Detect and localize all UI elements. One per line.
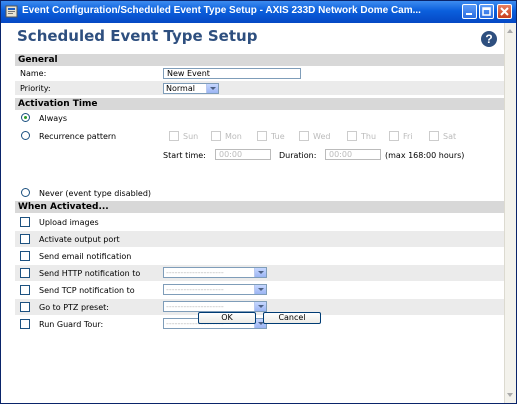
thu-label: Thu: [361, 132, 377, 141]
guard-tour-checkbox[interactable]: [20, 319, 30, 329]
sun-label: Sun: [183, 132, 199, 141]
priority-value: Normal: [166, 84, 195, 93]
mon-label: Mon: [225, 132, 242, 141]
ptz-checkbox[interactable]: [20, 302, 30, 312]
cancel-button[interactable]: Cancel: [263, 312, 321, 324]
http-select-placeholder: --------------------: [166, 268, 224, 277]
section-activation-time: Activation Time: [15, 98, 504, 110]
always-row: Always: [15, 111, 504, 125]
upload-images-label: Upload images: [39, 218, 99, 227]
ok-button[interactable]: OK: [198, 312, 256, 324]
mon-checkbox[interactable]: [211, 131, 221, 141]
output-port-label: Activate output port: [39, 235, 120, 244]
chevron-down-icon[interactable]: [206, 84, 218, 93]
sat-label: Sat: [443, 132, 457, 141]
chevron-down-icon[interactable]: [254, 302, 266, 311]
chevron-down-icon[interactable]: [254, 268, 266, 277]
priority-select[interactable]: Normal: [163, 83, 219, 94]
always-radio[interactable]: [21, 113, 30, 122]
name-input[interactable]: New Event: [163, 68, 301, 79]
recurrence-row: Recurrence pattern Sun Mon Tue Wed Thu F…: [15, 129, 504, 167]
tcp-select-placeholder: --------------------: [166, 285, 224, 294]
section-general: General: [15, 54, 504, 66]
ptz-label: Go to PTZ preset:: [39, 303, 109, 312]
guard-tour-label: Run Guard Tour:: [39, 320, 104, 329]
tcp-checkbox[interactable]: [20, 285, 30, 295]
scroll-up-icon[interactable]: [507, 29, 513, 33]
wed-label: Wed: [313, 132, 331, 141]
page-title: Scheduled Event Type Setup: [17, 27, 258, 45]
duration-label: Duration:: [279, 151, 317, 160]
ptz-row: Go to PTZ preset: --------------------: [15, 299, 504, 315]
recurrence-radio[interactable]: [21, 131, 30, 140]
upload-images-checkbox[interactable]: [20, 217, 30, 227]
guard-tour-row: Run Guard Tour: --------------------: [15, 316, 504, 332]
scroll-down-icon[interactable]: [507, 393, 513, 397]
recurrence-label: Recurrence pattern: [39, 132, 117, 141]
tcp-row: Send TCP notification to ---------------…: [15, 282, 504, 298]
ptz-select-placeholder: --------------------: [166, 302, 224, 311]
close-button[interactable]: [497, 4, 512, 19]
email-checkbox[interactable]: [20, 251, 30, 261]
http-row: Send HTTP notification to --------------…: [15, 265, 504, 281]
always-label: Always: [39, 114, 68, 123]
output-port-checkbox[interactable]: [20, 234, 30, 244]
email-row: Send email notification: [15, 248, 504, 264]
never-radio[interactable]: [21, 188, 30, 197]
never-label: Never (event type disabled): [39, 189, 152, 198]
name-row: Name: New Event: [15, 66, 504, 80]
sat-checkbox[interactable]: [429, 131, 439, 141]
ptz-select[interactable]: --------------------: [163, 301, 267, 312]
duration-input[interactable]: 00:00: [325, 149, 381, 160]
minimize-icon: [466, 13, 472, 15]
chevron-down-icon[interactable]: [254, 285, 266, 294]
max-duration-note: (max 168:00 hours): [385, 151, 465, 160]
section-when-activated: When Activated...: [15, 201, 504, 213]
tcp-label: Send TCP notification to: [39, 286, 135, 295]
window-app-icon: [5, 5, 18, 18]
output-row: Activate output port: [15, 231, 504, 247]
minimize-button[interactable]: [462, 4, 477, 19]
content-area: Scheduled Event Type Setup ? General Nam…: [1, 23, 504, 403]
http-label: Send HTTP notification to: [39, 269, 141, 278]
tcp-select[interactable]: --------------------: [163, 284, 267, 295]
wed-checkbox[interactable]: [299, 131, 309, 141]
email-label: Send email notification: [39, 252, 132, 261]
never-row: Never (event type disabled): [15, 186, 504, 200]
sun-checkbox[interactable]: [169, 131, 179, 141]
help-icon[interactable]: ?: [481, 31, 497, 47]
dialog-window: Event Configuration/Scheduled Event Type…: [0, 0, 517, 404]
http-checkbox[interactable]: [20, 268, 30, 278]
window-title: Event Configuration/Scheduled Event Type…: [22, 5, 421, 16]
close-icon: [500, 7, 509, 16]
vertical-scrollbar[interactable]: [504, 23, 516, 403]
start-time-input[interactable]: 00:00: [215, 149, 271, 160]
http-select[interactable]: --------------------: [163, 267, 267, 278]
thu-checkbox[interactable]: [347, 131, 357, 141]
priority-row: Priority: Normal: [15, 81, 504, 95]
title-bar[interactable]: Event Configuration/Scheduled Event Type…: [1, 1, 516, 23]
tue-checkbox[interactable]: [257, 131, 267, 141]
tue-label: Tue: [271, 132, 285, 141]
upload-row: Upload images: [15, 214, 504, 230]
maximize-button[interactable]: [479, 4, 494, 19]
fri-label: Fri: [403, 132, 413, 141]
maximize-icon: [482, 7, 491, 16]
start-time-label: Start time:: [163, 151, 206, 160]
name-label: Name:: [20, 69, 47, 78]
priority-label: Priority:: [20, 84, 51, 93]
fri-checkbox[interactable]: [389, 131, 399, 141]
